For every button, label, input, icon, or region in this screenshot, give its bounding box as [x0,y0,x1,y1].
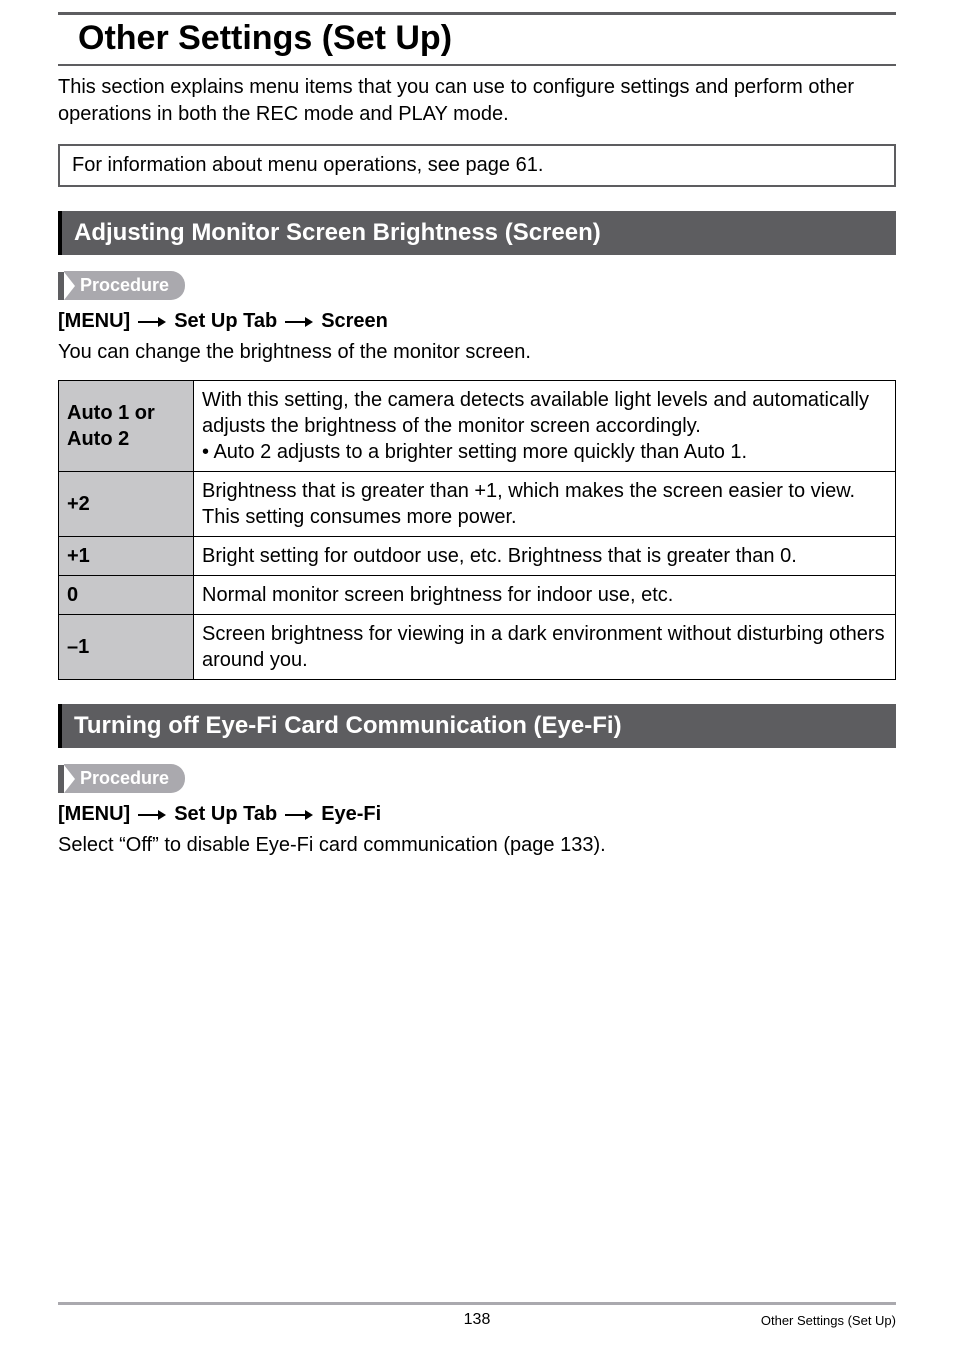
procedure-notch-icon [64,765,75,793]
arrow-right-icon [138,315,166,329]
procedure-notch-icon [64,272,75,300]
procedure-row: Procedure [58,271,896,300]
row-desc: Normal monitor screen brightness for ind… [194,576,896,615]
path-part-item: Eye-Fi [321,803,381,826]
footer-row: 138 Other Settings (Set Up) [58,1311,896,1329]
procedure-row: Procedure [58,764,896,793]
path-part-tab: Set Up Tab [174,310,277,333]
arrow-right-icon [285,315,313,329]
row-label: +1 [59,537,194,576]
row-label: 0 [59,576,194,615]
intro-text: This section explains menu items that yo… [58,74,896,128]
table-row: Auto 1 or Auto 2 With this setting, the … [59,381,896,472]
footer-section-label: Other Settings (Set Up) [761,1313,896,1328]
row-desc: With this setting, the camera detects av… [194,381,896,472]
eyefi-desc: Select “Off” to disable Eye-Fi card comm… [58,832,896,859]
top-rule [58,12,896,15]
screen-settings-table: Auto 1 or Auto 2 With this setting, the … [58,380,896,680]
procedure-pill: Procedure [64,271,185,300]
path-part-menu: [MENU] [58,803,130,826]
path-part-item: Screen [321,310,388,333]
arrow-right-icon [285,808,313,822]
page-footer: 138 Other Settings (Set Up) [58,1302,896,1329]
screen-desc: You can change the brightness of the mon… [58,339,896,366]
title-wrap: Other Settings (Set Up) [58,19,896,66]
info-box-text: For information about menu operations, s… [72,154,543,176]
arrow-right-icon [138,808,166,822]
menu-path-eyefi: [MENU] Set Up Tab Eye-Fi [58,803,896,826]
table-row: +2 Brightness that is greater than +1, w… [59,472,896,537]
procedure-pill: Procedure [64,764,185,793]
table-row: –1 Screen brightness for viewing in a da… [59,615,896,680]
row-bullet: Auto 2 adjusts to a brighter setting mor… [202,439,887,465]
row-desc: Bright setting for outdoor use, etc. Bri… [194,537,896,576]
path-part-menu: [MENU] [58,310,130,333]
table-row: 0 Normal monitor screen brightness for i… [59,576,896,615]
path-part-tab: Set Up Tab [174,803,277,826]
row-desc: Screen brightness for viewing in a dark … [194,615,896,680]
row-label: –1 [59,615,194,680]
page-root: Other Settings (Set Up) This section exp… [0,0,954,1357]
footer-rule [58,1302,896,1305]
row-label: Auto 1 or Auto 2 [59,381,194,472]
info-box: For information about menu operations, s… [58,144,896,187]
menu-path-screen: [MENU] Set Up Tab Screen [58,310,896,333]
row-desc: Brightness that is greater than +1, whic… [194,472,896,537]
page-title: Other Settings (Set Up) [78,19,876,58]
page-number: 138 [464,1311,491,1329]
section-heading-screen: Adjusting Monitor Screen Brightness (Scr… [58,211,896,255]
row-text: With this setting, the camera detects av… [202,389,869,437]
section-heading-eyefi: Turning off Eye-Fi Card Communication (E… [58,704,896,748]
table-row: +1 Bright setting for outdoor use, etc. … [59,537,896,576]
row-label: +2 [59,472,194,537]
